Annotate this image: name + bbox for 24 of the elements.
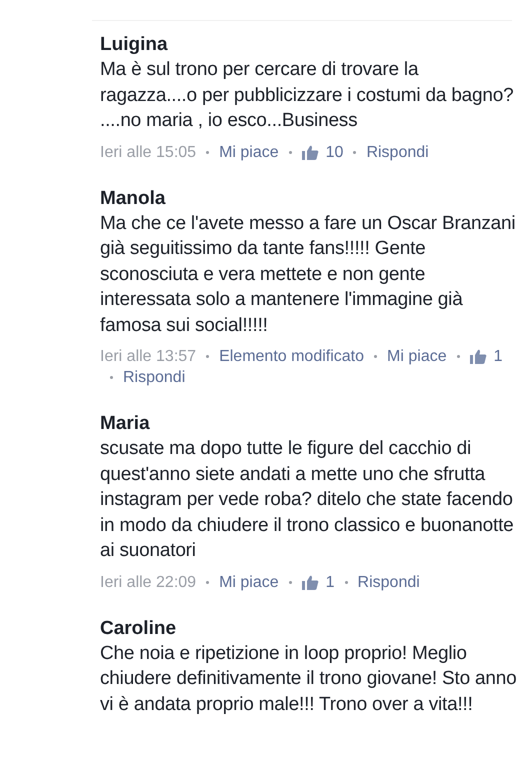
action-link[interactable]: Mi piace <box>219 572 279 592</box>
action-link[interactable]: Rispondi <box>123 367 186 388</box>
timestamp: Ieri alle 13:57 <box>100 347 196 367</box>
action-link[interactable]: Rispondi <box>358 572 420 592</box>
like-count: 1 <box>494 347 503 367</box>
like-count: 1 <box>326 572 335 592</box>
action-link[interactable]: Rispondi <box>366 142 429 162</box>
thumbs-up-icon <box>302 574 319 590</box>
timestamp: Ieri alle 22:09 <box>100 572 196 592</box>
action-link[interactable]: Mi piace <box>219 142 279 162</box>
comment-text: Ma è sul trono per cercare di trovare la ragazza....o per pubblicizzare i costumi da bagno? ....no maria , io esco...Business <box>100 58 515 133</box>
thumbs-up-icon <box>470 349 487 364</box>
thumbs-up-icon <box>302 144 319 160</box>
action-link[interactable]: Mi piace <box>387 346 447 367</box>
author-name[interactable]: Caroline <box>100 616 521 640</box>
timestamp: Ieri alle 15:05 <box>100 142 196 162</box>
comment-text: Ma che ce l'avete messo a fare un Oscar Branzani già seguitissimo da tante fans!!!!! Gente sconosciuta e vera mettete e non gente interessata solo a mantenere l'immagine già famosa sui social!!!!! <box>100 212 516 338</box>
author-name[interactable]: Maria <box>100 412 521 436</box>
author-name[interactable]: Luigina <box>100 33 521 57</box>
comment-text: scusate ma dopo tutte le figure del cacchio di quest'anno siete andati a mette uno che sfrutta instagram per vede roba? ditelo che state facendo in modo da chiudere il trono classico e buonanotte ai suonatori <box>100 437 515 563</box>
author-name[interactable]: Manola <box>100 186 521 210</box>
edited-link[interactable]: Elemento modificato <box>219 346 364 367</box>
like-count: 10 <box>326 142 344 162</box>
comment-text: Che noia e ripetizione in loop proprio! Meglio chiudere definitivamente il trono giovane! Sto anno vi è andata proprio male!!! Trono over a vita!!! <box>100 642 518 716</box>
